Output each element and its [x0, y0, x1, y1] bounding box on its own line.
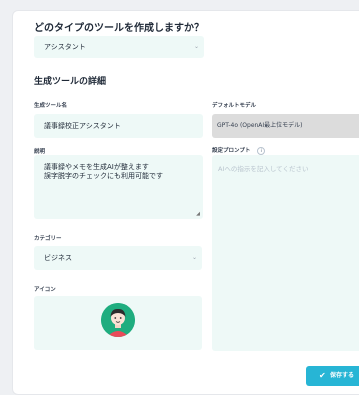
chevron-down-icon: ⌄ [191, 254, 197, 261]
info-icon[interactable]: i [257, 146, 266, 155]
section-title: 生成ツールの詳細 [34, 77, 107, 87]
category-select[interactable]: ビジネス ⌄ [34, 246, 202, 270]
save-button-label: 保存する [330, 372, 355, 379]
icon-label: アイコン [34, 287, 56, 293]
avatar-icon[interactable] [101, 303, 135, 337]
prompt-label: 設定プロンプト [212, 148, 251, 154]
description-textarea[interactable]: 議事録やメモを生成AIが整えます 誤字脱字のチェックにも利用可能です ◢ [34, 155, 203, 219]
prompt-placeholder: AIへの指示を記入してください [218, 165, 309, 173]
name-label: 生成ツール名 [34, 103, 68, 109]
model-label: デフォルトモデル [212, 103, 257, 109]
category-label: カテゴリー [34, 236, 62, 242]
check-icon: ✔ [319, 371, 326, 380]
model-select[interactable]: GPT-4o (OpenAI最上位モデル) [212, 114, 359, 138]
name-input[interactable]: 議事録校正アシスタント [34, 114, 203, 138]
category-value: ビジネス [44, 254, 72, 262]
tool-type-value: アシスタント [44, 43, 86, 51]
prompt-label-row: 設定プロンプト i [212, 146, 266, 155]
prompt-textarea[interactable]: AIへの指示を記入してください [212, 155, 359, 351]
save-button[interactable]: ✔ 保存する [306, 366, 359, 386]
tool-type-question: どのタイプのツールを作成しますか？ [34, 23, 204, 34]
resize-handle-icon[interactable]: ◢ [196, 211, 200, 217]
tool-type-select[interactable]: アシスタント ⌄ [34, 36, 204, 58]
chevron-down-icon: ⌄ [193, 43, 199, 50]
description-text: 議事録やメモを生成AIが整えます 誤字脱字のチェックにも利用可能です [44, 163, 163, 180]
icon-picker[interactable] [34, 296, 202, 350]
description-label: 説明 [34, 149, 46, 155]
